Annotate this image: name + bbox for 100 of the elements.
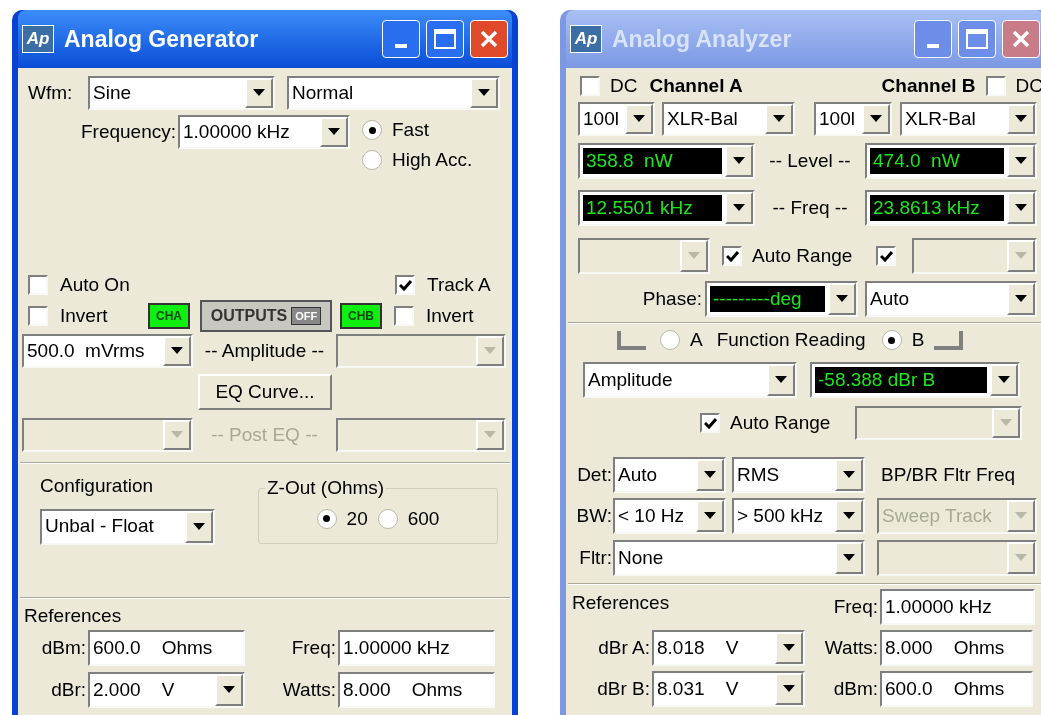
text-field[interactable]: 8.000 Ohms [338,672,495,708]
dropdown-button[interactable] [696,459,724,491]
dropdown[interactable]: 2.000 V [88,672,245,708]
dropdown[interactable]: Normal [287,76,500,110]
label: dBm: [833,676,878,701]
text-field[interactable]: 1.00000 kHz [338,630,495,666]
checkbox[interactable] [394,306,414,326]
dropdown[interactable]: XLR-Bal [900,102,1037,136]
dropdown-button[interactable] [245,78,273,108]
dropdown[interactable]: Amplitude [583,362,797,398]
dropdown-button[interactable] [1007,145,1035,177]
checkbox[interactable] [985,76,1006,96]
dropdown[interactable]: XLR-Bal [662,102,795,136]
dropdown[interactable]: < 10 Hz [613,498,726,534]
dropdown-button[interactable] [625,104,653,134]
dropdown-button[interactable] [828,283,856,315]
dropdown[interactable]: 1.00000 kHz [178,115,350,149]
dropdown[interactable]: 12.5501 kHz [578,190,755,226]
window-title: Analog Analyzer [612,24,792,54]
dropdown-button[interactable] [163,336,191,366]
radio-button[interactable] [362,150,382,170]
dropdown-button[interactable] [320,117,348,147]
dropdown-button[interactable] [1007,104,1035,134]
caret-icon [478,89,490,97]
text-field[interactable]: 600.0 Ohms [88,630,245,666]
dropdown-button[interactable] [470,78,498,108]
minimize-button[interactable] [382,20,420,58]
dropdown-button[interactable] [767,364,795,396]
radio-button[interactable] [316,508,337,529]
dropdown-button[interactable] [775,632,803,664]
dropdown[interactable]: 500.0 mVrms [22,334,193,368]
eq-curve-button[interactable]: EQ Curve... [198,374,332,410]
close-icon [479,29,499,49]
radio-button[interactable] [660,330,680,350]
radio-button[interactable] [377,508,398,529]
close-button[interactable] [470,20,508,58]
close-icon [1011,29,1031,49]
caret-icon [704,512,716,520]
group-title: Z-Out (Ohms) [266,476,386,500]
label: Fast [392,117,429,142]
dropdown-button[interactable] [725,192,753,224]
label: dBm: [41,635,86,660]
label: A [690,327,703,352]
text-field[interactable]: 8.000 Ohms [880,630,1033,666]
dropdown-button[interactable] [835,459,863,491]
dropdown[interactable]: 358.8 nW [578,143,755,179]
dropdown-button[interactable] [862,104,890,134]
maximize-button[interactable] [426,20,464,58]
dropdown-button[interactable] [1007,283,1035,315]
dropdown-button[interactable] [775,673,803,705]
dropdown-button[interactable] [696,500,724,532]
outputs-button[interactable]: OUTPUTS OFF [200,300,332,332]
caret-icon [688,252,700,260]
caret-icon [1015,115,1027,123]
checkbox[interactable] [28,275,48,295]
dropdown[interactable]: Auto [865,281,1037,317]
minimize-button[interactable] [914,20,952,58]
label: Channel B [881,73,976,98]
checkbox[interactable] [395,275,415,295]
dropdown-button[interactable] [725,145,753,177]
checkbox[interactable] [700,413,720,433]
dropdown-button[interactable] [835,542,863,574]
label: Auto Range [730,411,831,433]
dropdown[interactable]: None [613,540,865,576]
dropdown[interactable]: 8.031 V [652,671,805,707]
radio-button[interactable] [881,330,902,350]
text-field[interactable]: 1.00000 kHz [880,589,1035,625]
label: dBr: [51,677,86,702]
checkbox[interactable] [28,306,48,326]
dropdown[interactable]: > 500 kHz [732,498,865,534]
dropdown[interactable]: Sine [88,76,275,110]
label: References [572,592,670,613]
dropdown-button[interactable] [835,500,863,532]
dropdown-button[interactable] [765,104,793,134]
maximize-button[interactable] [958,20,996,58]
dropdown[interactable]: 100l [578,102,655,136]
dropdown[interactable]: 23.8613 kHz [865,190,1037,226]
bracket-line [932,329,965,351]
text-field[interactable]: 600.0 Ohms [880,671,1033,707]
app-logo: Ap [22,25,54,53]
caret-icon [484,347,496,355]
radio-button[interactable] [362,120,382,140]
dropdown[interactable]: RMS [732,457,865,493]
dropdown[interactable]: Auto [613,457,726,493]
checkbox[interactable] [876,246,896,266]
dropdown-button[interactable] [185,510,213,543]
dropdown[interactable]: 474.0 nW [865,143,1037,179]
label: DC [610,73,638,98]
checkbox[interactable] [580,76,600,96]
dropdown-button[interactable] [1007,192,1035,224]
dropdown[interactable]: 8.018 V [652,630,805,666]
dropdown[interactable]: Unbal - Float [40,508,215,545]
label: Wfm: [28,81,73,103]
dropdown[interactable]: ---------deg [705,281,858,317]
close-button[interactable] [1002,20,1040,58]
dropdown[interactable]: 100l [814,102,892,136]
checkbox[interactable] [722,246,742,266]
dropdown-button[interactable] [215,674,243,706]
dropdown-button[interactable] [990,364,1018,396]
dropdown[interactable]: -58.388 dBr B [810,362,1020,398]
